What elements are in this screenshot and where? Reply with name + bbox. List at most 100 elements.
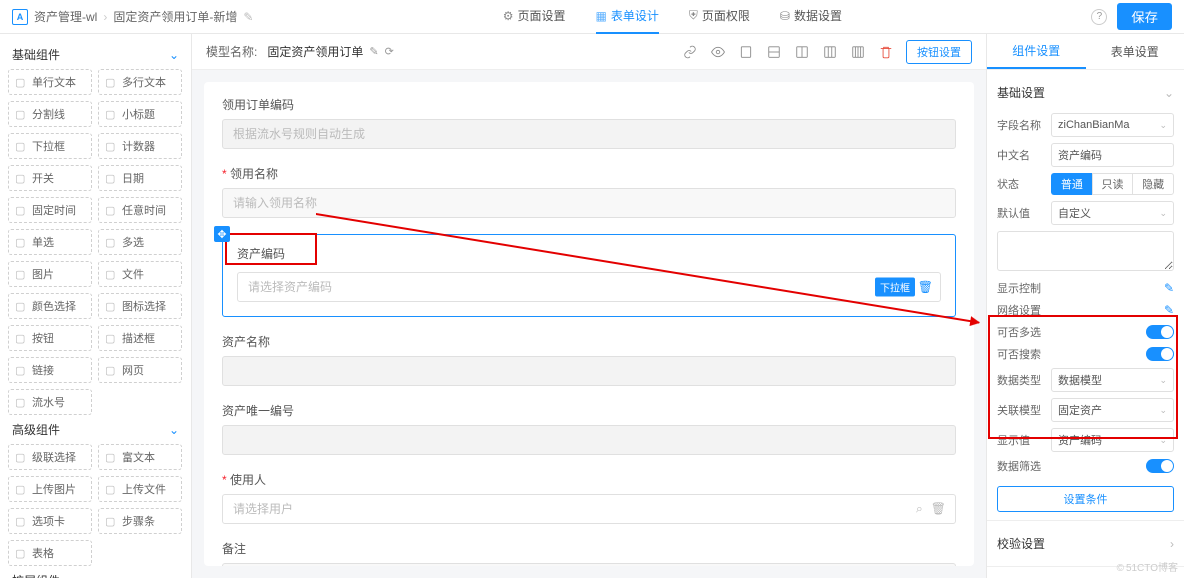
property-panel: 组件设置 表单设置 基础设置⌄ 字段名称ziChanBianMa⌄ 中文名资产编… xyxy=(986,34,1184,578)
select-asset-code[interactable] xyxy=(237,272,941,302)
field-asset-unique[interactable]: 资产唯一编号 xyxy=(222,402,956,455)
app-icon: A xyxy=(12,9,28,25)
component-palette: 基础组件⌄ ▢单行文本▢多行文本▢分割线▢小标题▢下拉框▢计数器▢开关▢日期▢固… xyxy=(0,34,192,578)
comp-描述框[interactable]: ▢描述框 xyxy=(98,325,182,351)
label-display-ctrl: 显示控制 xyxy=(997,280,1041,296)
button-set-condition[interactable]: 设置条件 xyxy=(997,486,1174,512)
comp-颜色选择[interactable]: ▢颜色选择 xyxy=(8,293,92,319)
comp-图片[interactable]: ▢图片 xyxy=(8,261,92,287)
toggle-search[interactable] xyxy=(1146,347,1174,361)
breadcrumb-page: 固定资产领用订单-新增 xyxy=(113,8,237,25)
status-group: 普通只读隐藏 xyxy=(1051,173,1174,195)
status-normal[interactable]: 普通 xyxy=(1051,173,1092,195)
edit-model-icon[interactable]: ✎ xyxy=(369,45,378,58)
field-remark[interactable]: 备注 xyxy=(222,540,956,566)
search-user-icon[interactable]: ⌕ xyxy=(916,502,923,517)
comp-上传图片[interactable]: ▢上传图片 xyxy=(8,476,92,502)
edit-display-ctrl-icon[interactable]: ✎ xyxy=(1164,281,1174,295)
comp-单选[interactable]: ▢单选 xyxy=(8,229,92,255)
tab-form-design[interactable]: ▦表单设计 xyxy=(596,0,659,34)
label-multi: 可否多选 xyxy=(997,324,1041,340)
toggle-data-filter[interactable] xyxy=(1146,459,1174,473)
label-order-code: 领用订单编码 xyxy=(222,96,956,113)
select-field-name[interactable]: ziChanBianMa⌄ xyxy=(1051,113,1174,137)
refresh-model-icon[interactable]: ⟳ xyxy=(385,45,394,58)
comp-级联选择[interactable]: ▢级联选择 xyxy=(8,444,92,470)
comp-表格[interactable]: ▢表格 xyxy=(8,540,92,566)
comp-固定时间[interactable]: ▢固定时间 xyxy=(8,197,92,223)
field-user[interactable]: 使用人 ⌕ 🗑 xyxy=(222,471,956,524)
comp-小标题[interactable]: ▢小标题 xyxy=(98,101,182,127)
comp-下拉框[interactable]: ▢下拉框 xyxy=(8,133,92,159)
section-validate-title[interactable]: 校验设置› xyxy=(997,529,1174,558)
save-button[interactable]: 保存 xyxy=(1117,3,1172,30)
layout-2-icon[interactable] xyxy=(766,44,782,60)
comp-网页[interactable]: ▢网页 xyxy=(98,357,182,383)
comp-链接[interactable]: ▢链接 xyxy=(8,357,92,383)
comp-选项卡[interactable]: ▢选项卡 xyxy=(8,508,92,534)
layout-1-icon[interactable] xyxy=(738,44,754,60)
comp-开关[interactable]: ▢开关 xyxy=(8,165,92,191)
select-display-val[interactable]: 资产编码⌄ xyxy=(1051,428,1174,452)
layout-3-icon[interactable] xyxy=(794,44,810,60)
drag-handle-icon[interactable]: ✥ xyxy=(214,226,230,242)
select-rel-model[interactable]: 固定资产⌄ xyxy=(1051,398,1174,422)
clear-icon[interactable] xyxy=(878,44,894,60)
textarea-default-val[interactable] xyxy=(997,231,1174,271)
breadcrumb: A 资产管理-wl › 固定资产领用订单-新增 ✎ xyxy=(12,8,253,25)
field-order-name[interactable]: 领用名称 xyxy=(222,165,956,218)
rtab-component[interactable]: 组件设置 xyxy=(987,34,1086,69)
label-user: 使用人 xyxy=(222,471,956,488)
status-hidden[interactable]: 隐藏 xyxy=(1132,173,1174,195)
help-icon[interactable]: ? xyxy=(1091,9,1107,25)
label-order-name: 领用名称 xyxy=(222,165,956,182)
tab-data-settings[interactable]: ⛁数据设置 xyxy=(780,0,842,34)
input-remark[interactable] xyxy=(222,563,956,566)
edit-network-cfg-icon[interactable]: ✎ xyxy=(1164,303,1174,317)
comp-图标选择[interactable]: ▢图标选择 xyxy=(98,293,182,319)
button-set-button[interactable]: 按钮设置 xyxy=(906,40,972,64)
clear-user-icon[interactable]: 🗑 xyxy=(931,502,946,517)
comp-按钮[interactable]: ▢按钮 xyxy=(8,325,92,351)
delete-field-icon[interactable]: 🗑 xyxy=(918,280,933,294)
comp-单行文本[interactable]: ▢单行文本 xyxy=(8,69,92,95)
layout-4-icon[interactable] xyxy=(822,44,838,60)
comp-多选[interactable]: ▢多选 xyxy=(98,229,182,255)
group-advanced-title[interactable]: 高级组件⌄ xyxy=(8,415,183,444)
preview-icon[interactable] xyxy=(710,44,726,60)
label-remark: 备注 xyxy=(222,540,956,557)
toggle-multi[interactable] xyxy=(1146,325,1174,339)
select-data-type[interactable]: 数据模型⌄ xyxy=(1051,368,1174,392)
comp-富文本[interactable]: ▢富文本 xyxy=(98,444,182,470)
input-order-name[interactable] xyxy=(222,188,956,218)
rtab-form[interactable]: 表单设置 xyxy=(1086,34,1184,69)
group-basic-title[interactable]: 基础组件⌄ xyxy=(8,40,183,69)
comp-步骤条[interactable]: ▢步骤条 xyxy=(98,508,182,534)
link-icon[interactable] xyxy=(682,44,698,60)
comp-上传文件[interactable]: ▢上传文件 xyxy=(98,476,182,502)
comp-多行文本[interactable]: ▢多行文本 xyxy=(98,69,182,95)
field-asset-name[interactable]: 资产名称 xyxy=(222,333,956,386)
field-asset-code-selected[interactable]: ✥ 资产编码 下拉框 🗑 xyxy=(222,234,956,317)
label-asset-unique: 资产唯一编号 xyxy=(222,402,956,419)
status-readonly[interactable]: 只读 xyxy=(1092,173,1133,195)
breadcrumb-root[interactable]: 资产管理-wl xyxy=(34,8,97,25)
label-asset-name: 资产名称 xyxy=(222,333,956,350)
tab-page-settings[interactable]: ⚙页面设置 xyxy=(503,0,566,34)
tab-page-auth[interactable]: ⛨页面权限 xyxy=(689,0,750,34)
comp-分割线[interactable]: ▢分割线 xyxy=(8,101,92,127)
select-user[interactable] xyxy=(222,494,956,524)
comp-流水号[interactable]: ▢流水号 xyxy=(8,389,92,415)
edit-icon[interactable]: ✎ xyxy=(243,10,253,24)
layout-5-icon[interactable] xyxy=(850,44,866,60)
select-default-val[interactable]: 自定义⌄ xyxy=(1051,201,1174,225)
field-order-code[interactable]: 领用订单编码 xyxy=(222,96,956,149)
comp-任意时间[interactable]: ▢任意时间 xyxy=(98,197,182,223)
group-extension-title[interactable]: 扩展组件⌄ xyxy=(8,566,183,578)
section-basic-title[interactable]: 基础设置⌄ xyxy=(997,78,1174,107)
comp-文件[interactable]: ▢文件 xyxy=(98,261,182,287)
comp-日期[interactable]: ▢日期 xyxy=(98,165,182,191)
input-cn-name[interactable]: 资产编码 xyxy=(1051,143,1174,167)
comp-计数器[interactable]: ▢计数器 xyxy=(98,133,182,159)
label-cn-name: 中文名 xyxy=(997,147,1045,163)
